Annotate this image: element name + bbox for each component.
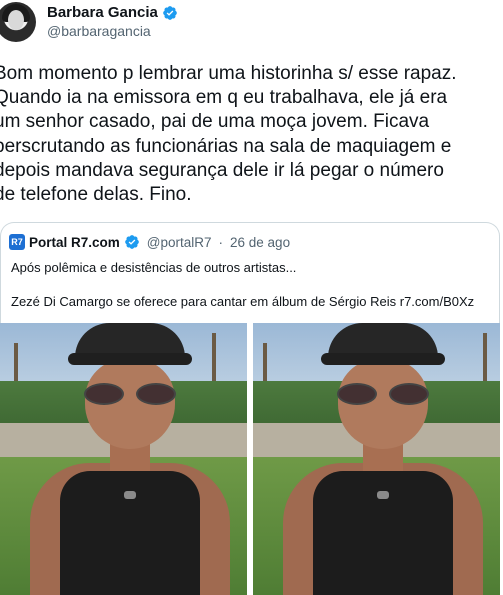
tweet-header: Barbara Gancia @barbaragancia [0, 0, 503, 52]
quoted-author-handle[interactable]: @portalR7 [147, 235, 212, 250]
author-name-row: Barbara Gancia [47, 4, 178, 21]
quoted-tweet-text-line1: Após polêmica e desistências de outros a… [11, 260, 297, 275]
author-name[interactable]: Barbara Gancia [47, 4, 158, 21]
verified-badge-icon [124, 235, 139, 249]
author-avatar[interactable] [0, 2, 36, 42]
quoted-tweet-date[interactable]: 26 de ago [230, 235, 290, 250]
meta-separator: · [218, 234, 224, 250]
author-handle[interactable]: @barbaragancia [47, 23, 151, 39]
quoted-author-name[interactable]: Portal R7.com [29, 235, 120, 250]
person-image [283, 323, 483, 595]
r7-logo[interactable]: R7 [9, 234, 25, 250]
verified-badge-icon [163, 5, 177, 20]
person-image [30, 323, 230, 595]
quoted-tweet-text-line2: Zezé Di Camargo se oferece para cantar e… [11, 294, 475, 309]
video-thumbnail-left[interactable] [0, 323, 247, 595]
video-thumbnail-right[interactable] [253, 323, 500, 595]
quoted-tweet[interactable]: R7 Portal R7.com @portalR7 · 26 de ago A… [0, 222, 500, 595]
quoted-tweet-header: R7 Portal R7.com @portalR7 · 26 de ago [9, 234, 290, 250]
tweet-text: Bom momento p lembrar uma historinha s/ … [0, 63, 457, 206]
